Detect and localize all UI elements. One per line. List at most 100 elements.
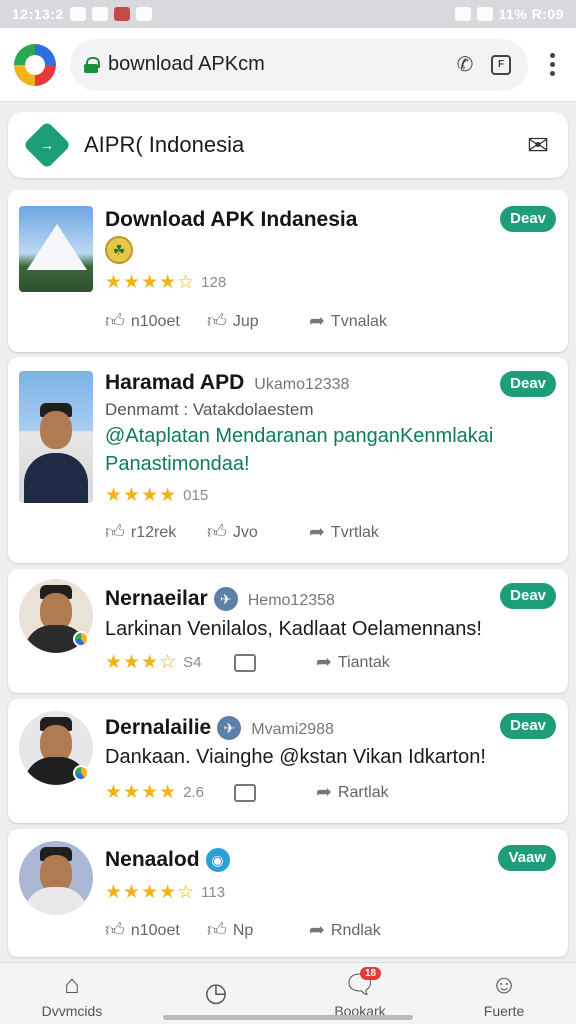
rating: ★★★★☆ 113: [105, 881, 225, 904]
card-subtitle: Denmamt : Vatakdolaestem: [105, 400, 314, 419]
profile-icon: ☺: [490, 968, 518, 999]
site-header: → AIPR( Indonesia ✉: [8, 112, 568, 178]
thumbs-up-icon: 👍︎: [105, 920, 125, 941]
card-icon: [234, 653, 256, 672]
tabs-button[interactable]: F: [488, 52, 514, 78]
share-icon: ➦: [316, 782, 332, 803]
card-title[interactable]: Nenaalod ◉: [105, 848, 230, 873]
home-icon: ⌂: [64, 968, 80, 999]
status-bar: 12:13:2 11% R:09: [0, 0, 576, 28]
nav-label: Fuerte: [483, 1002, 525, 1019]
share-icon: ➦: [309, 920, 325, 941]
verified-icon: ✈: [213, 587, 238, 612]
rating: ★★★★ 2.6: [105, 781, 204, 804]
coin-icon: ☘: [105, 236, 133, 264]
rating: ★★★☆ S4: [105, 651, 202, 674]
rating: ★★★★☆ 128: [105, 271, 226, 294]
tabs-icon: F: [491, 54, 511, 75]
user-id: Hemo12358: [247, 592, 335, 609]
thumbs-up-icon: 👍︎: [207, 522, 227, 543]
status-badge[interactable]: Deav: [500, 206, 556, 232]
rating-value: S4: [183, 654, 202, 671]
card-icon: [234, 783, 256, 802]
card-title[interactable]: Dernalailie ✈ Mvami2988: [105, 716, 334, 741]
card-title[interactable]: Download APK Indanesia: [105, 208, 357, 232]
thumbs-up-icon: 👍︎: [105, 311, 125, 332]
rating-value: 128: [201, 274, 227, 291]
card-description: Dankaan. Viainghe @kstan Vikan Idkarton!: [105, 746, 486, 768]
share-icon: ➦: [309, 311, 325, 332]
status-badge[interactable]: Deav: [500, 371, 556, 397]
phone-icon[interactable]: ✆: [452, 52, 478, 78]
like-button[interactable]: 👍︎ n10oet: [105, 310, 207, 333]
site-logo[interactable]: →: [22, 120, 72, 170]
share-button[interactable]: ➦ Tiantak: [316, 651, 390, 674]
vote-button[interactable]: 👍︎ Np: [207, 919, 309, 942]
rating-stars: ★★★★☆: [105, 882, 196, 903]
browser-logo-icon[interactable]: [14, 43, 56, 86]
share-icon: ➦: [316, 652, 332, 673]
status-badge[interactable]: Deav: [500, 713, 556, 739]
user-id: Mvami2988: [251, 721, 334, 738]
rating: ★★★★ 015: [105, 484, 208, 507]
post-card[interactable]: Haramad APD Ukamo12338 Deav Denmamt : Vat…: [8, 357, 568, 563]
card-actions: 👍︎ n10oet 👍︎ Np ➦ Rndlak: [105, 919, 381, 942]
nav-item-profile[interactable]: ☺ Fuerte: [432, 963, 576, 1024]
rating-stars: ★★★★☆: [105, 272, 196, 293]
rating-value: 113: [201, 884, 226, 901]
compass-icon: ◷: [204, 976, 228, 1007]
nav-label: Dvvmcids: [41, 1002, 103, 1019]
send-icon[interactable]: ✉: [522, 129, 554, 161]
status-battery-text: 11% R:09: [498, 6, 564, 22]
verified-icon: ◉: [205, 848, 230, 873]
post-card[interactable]: Nenaalod ◉ Vaaw ★★★★☆ 113 👍︎ n10oet 👍︎ Np ➦…: [8, 829, 568, 957]
verified-icon: ✈: [217, 716, 242, 741]
verified-dot-icon: [73, 631, 89, 647]
card-actions: ➦ Rartlak: [234, 781, 389, 804]
bluetooth-icon: [454, 7, 471, 21]
vote-button[interactable]: 👍︎ Jvo: [207, 521, 309, 544]
card-title[interactable]: Nernaeilar ✈ Hemo12358: [105, 587, 335, 612]
thumbs-up-icon: 👍︎: [207, 920, 227, 941]
post-card[interactable]: Nernaeilar ✈ Hemo12358 Deav Larkinan Venil…: [8, 569, 568, 693]
notification-badge: 18: [360, 967, 382, 980]
notification-icon: [69, 7, 86, 21]
home-indicator[interactable]: [163, 1015, 413, 1020]
like-button[interactable]: 👍︎ n10oet: [105, 919, 207, 942]
rating-value: 2.6: [183, 784, 204, 801]
rating-stars: ★★★☆: [105, 652, 178, 673]
site-title: AIPR( Indonesia: [84, 132, 245, 157]
share-button[interactable]: ➦ Rndlak: [309, 919, 381, 942]
share-button[interactable]: ➦ Tvrtlak: [309, 521, 379, 544]
rating-stars: ★★★★: [105, 485, 178, 506]
nav-item-downloads[interactable]: ⌂ Dvvmcids: [0, 963, 144, 1024]
share-button[interactable]: ➦ Rartlak: [316, 781, 389, 804]
card-title[interactable]: Haramad APD Ukamo12338: [105, 371, 349, 395]
card-description: Larkinan Venilalos, Kadlaat Oelamennans!: [105, 618, 482, 640]
thumbs-up-icon: 👍︎: [105, 522, 125, 543]
more-menu-icon[interactable]: [542, 53, 562, 76]
status-time: 12:13:2: [12, 6, 64, 22]
card-actions: ➦ Tiantak: [234, 651, 390, 674]
card-view-button[interactable]: [234, 783, 316, 802]
message-icon: [91, 7, 108, 21]
status-badge[interactable]: Vaaw: [498, 845, 556, 871]
status-badge[interactable]: Deav: [500, 583, 556, 609]
user-id: Ukamo12338: [254, 376, 350, 393]
photo-icon: [135, 7, 152, 21]
url-text[interactable]: bownload APKcm: [108, 53, 442, 76]
vote-button[interactable]: 👍︎ Jup: [207, 310, 309, 333]
post-card[interactable]: Dernalailie ✈ Mvami2988 Deav Dankaan. Viai…: [8, 699, 568, 823]
like-button[interactable]: 👍︎ r12rek: [105, 521, 207, 544]
address-bar[interactable]: bownload APKcm ✆ F: [70, 38, 528, 91]
share-icon: ➦: [309, 522, 325, 543]
arrow-icon: →: [40, 137, 54, 153]
card-view-button[interactable]: [234, 653, 316, 672]
app-thumbnail: [19, 206, 93, 292]
card-description: @Ataplatan Mendaranan panganKenmlakai: [105, 425, 494, 447]
app-notification-icon: [113, 7, 130, 21]
thumbs-up-icon: 👍︎: [207, 311, 227, 332]
share-button[interactable]: ➦ Tvnalak: [309, 310, 387, 333]
app-card[interactable]: Download APK Indanesia Deav ☘ ★★★★☆ 128 …: [8, 190, 568, 352]
avatar: [19, 841, 93, 915]
